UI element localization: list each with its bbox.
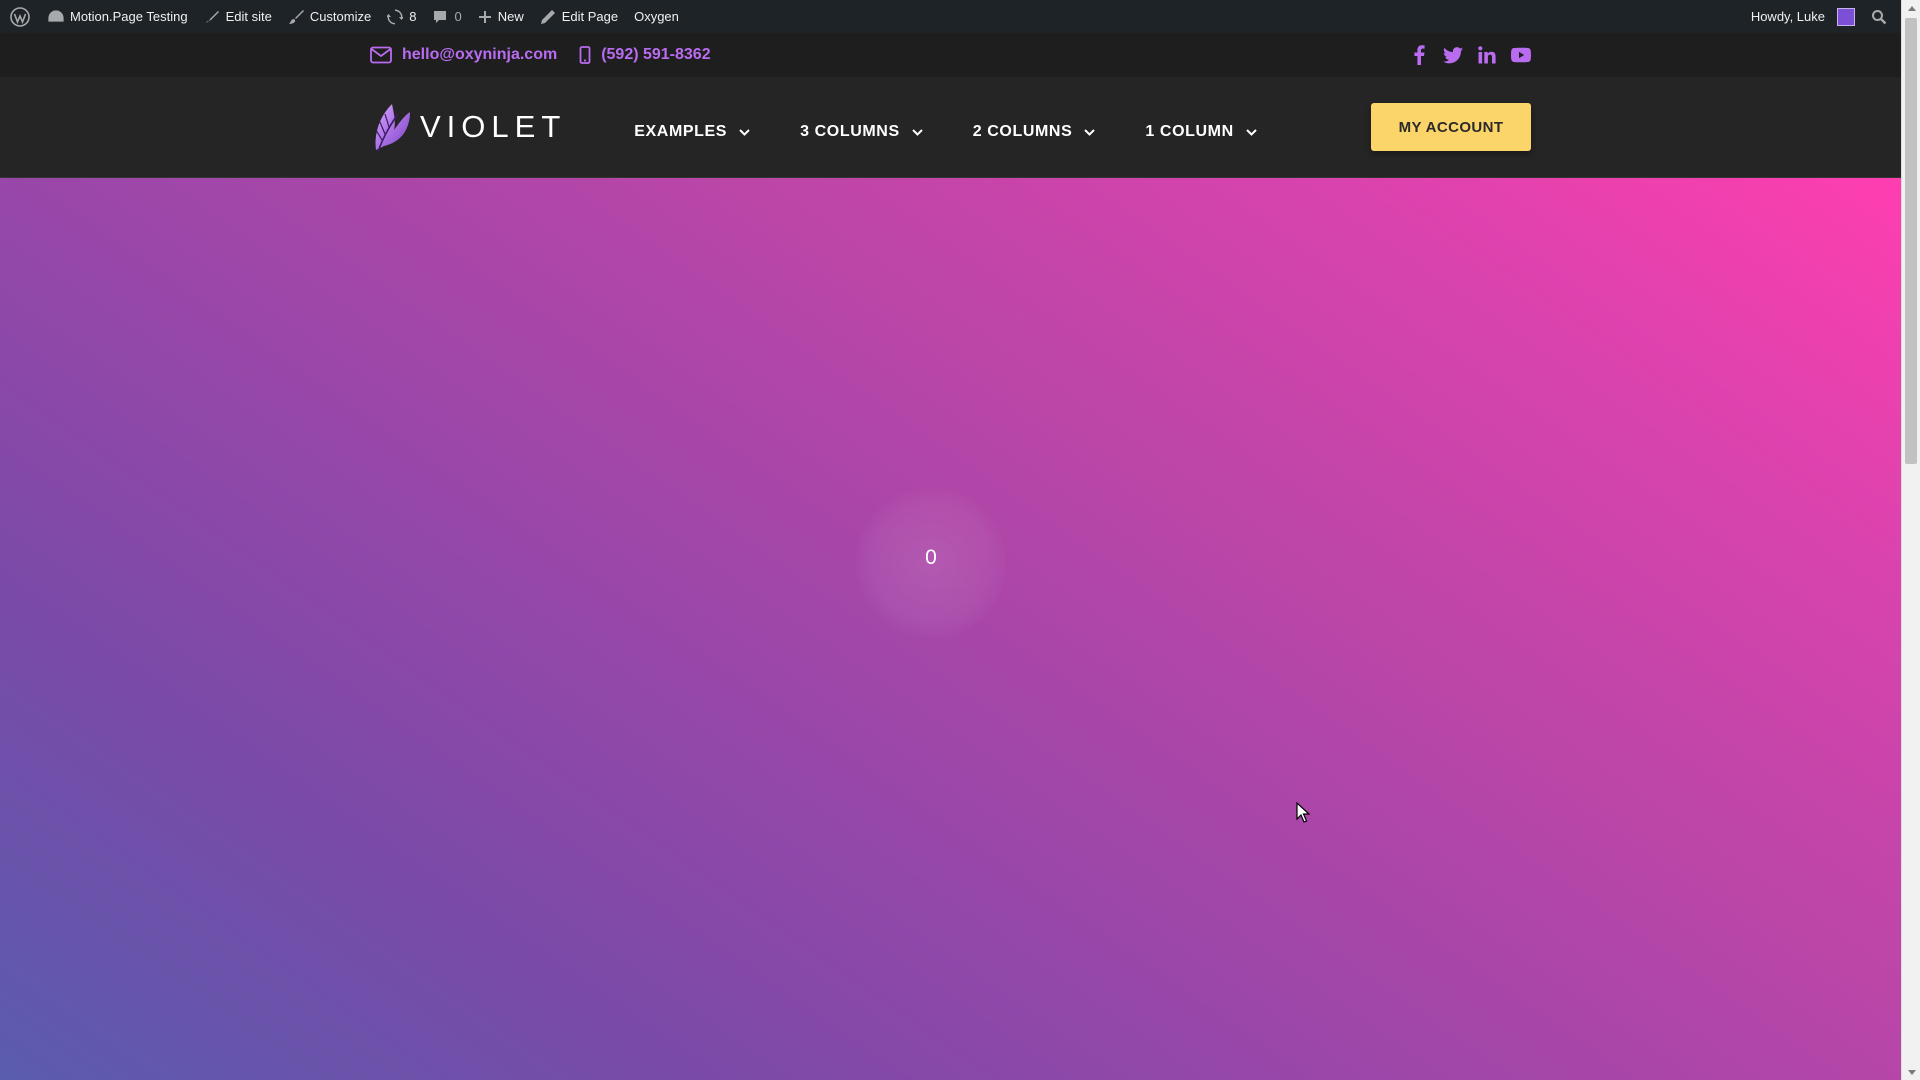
nav-label: 3 COLUMNS [800,123,900,140]
site-name-label: Motion.Page Testing [70,9,188,24]
nav-item-examples[interactable]: EXAMPLES [634,123,750,141]
nav-item-3-columns[interactable]: 3 COLUMNS [800,123,923,141]
page-scrollbar[interactable] [1901,0,1920,1080]
hero-section: 0 [0,178,1901,1080]
chevron-down-icon [912,128,923,136]
dashboard-icon [48,9,64,22]
comments-count: 0 [454,9,462,24]
avatar [1837,7,1855,26]
my-account-button[interactable]: MY ACCOUNT [1371,103,1531,151]
new-content-link[interactable]: New [470,0,532,33]
nav-label: 1 COLUMN [1145,123,1234,140]
updates-link[interactable]: 8 [379,0,424,33]
comment-icon [434,10,447,23]
envelope-icon [370,46,392,64]
scroll-down-arrow[interactable] [1902,1064,1920,1080]
counter-value: 0 [925,546,937,569]
admin-search-button[interactable] [1863,0,1895,33]
site-name-menu[interactable]: Motion.Page Testing [40,0,196,33]
facebook-icon[interactable] [1409,45,1429,65]
wordpress-logo-icon[interactable] [0,0,40,33]
search-icon [1872,9,1887,24]
nav-label: 2 COLUMNS [972,123,1073,140]
updates-icon [387,9,404,24]
customize-label: Customize [309,9,372,24]
brush-icon [205,10,219,23]
twitter-icon[interactable] [1443,45,1463,65]
edit-page-label: Edit Page [561,9,619,24]
scroll-up-arrow[interactable] [1902,0,1920,16]
updates-count: 8 [409,9,417,24]
chevron-down-icon [739,128,750,136]
phone-text: (592) 591-8362 [601,46,711,63]
email-link[interactable]: hello@oxyninja.com [370,46,557,64]
new-label: New [497,9,524,24]
site-logo[interactable]: VIOLET [370,100,566,154]
edit-site-link[interactable]: Edit site [196,0,280,33]
mobile-phone-icon [579,46,591,64]
edit-site-label: Edit site [225,9,272,24]
edit-page-link[interactable]: Edit Page [532,0,626,33]
phone-link[interactable]: (592) 591-8362 [579,46,711,64]
site-header: VIOLET EXAMPLES 3 COLUMNS 2 COLUMNS 1 CO… [0,77,1901,178]
linkedin-icon[interactable] [1477,45,1497,65]
oxygen-label: Oxygen [634,9,679,24]
paintbrush-icon [288,9,304,24]
contact-bar: hello@oxyninja.com (592) 591-8362 [0,33,1901,77]
chevron-down-icon [1246,128,1257,136]
nav-item-1-column[interactable]: 1 COLUMN [1145,123,1257,141]
pencil-icon [540,9,555,24]
nav-label: EXAMPLES [634,123,728,140]
chevron-down-icon [1084,128,1096,136]
social-links [1409,45,1531,65]
main-nav: EXAMPLES 3 COLUMNS 2 COLUMNS 1 COLUMN [634,113,1257,141]
scroll-thumb[interactable] [1905,18,1917,464]
email-text: hello@oxyninja.com [402,46,558,63]
leaf-logo-icon [375,104,410,153]
plus-icon [478,10,491,23]
comments-link[interactable]: 0 [424,0,469,33]
mouse-cursor-icon [1296,802,1310,823]
youtube-icon[interactable] [1511,45,1531,65]
logo-text: VIOLET [420,109,567,144]
greeting-label: Howdy, Luke [1750,9,1825,24]
account-menu[interactable]: Howdy, Luke [1743,0,1863,33]
nav-item-2-columns[interactable]: 2 COLUMNS [973,123,1096,141]
customize-link[interactable]: Customize [280,0,379,33]
admin-bar: Motion.Page Testing Edit site Customize … [0,0,1901,33]
oxygen-link[interactable]: Oxygen [626,0,687,33]
